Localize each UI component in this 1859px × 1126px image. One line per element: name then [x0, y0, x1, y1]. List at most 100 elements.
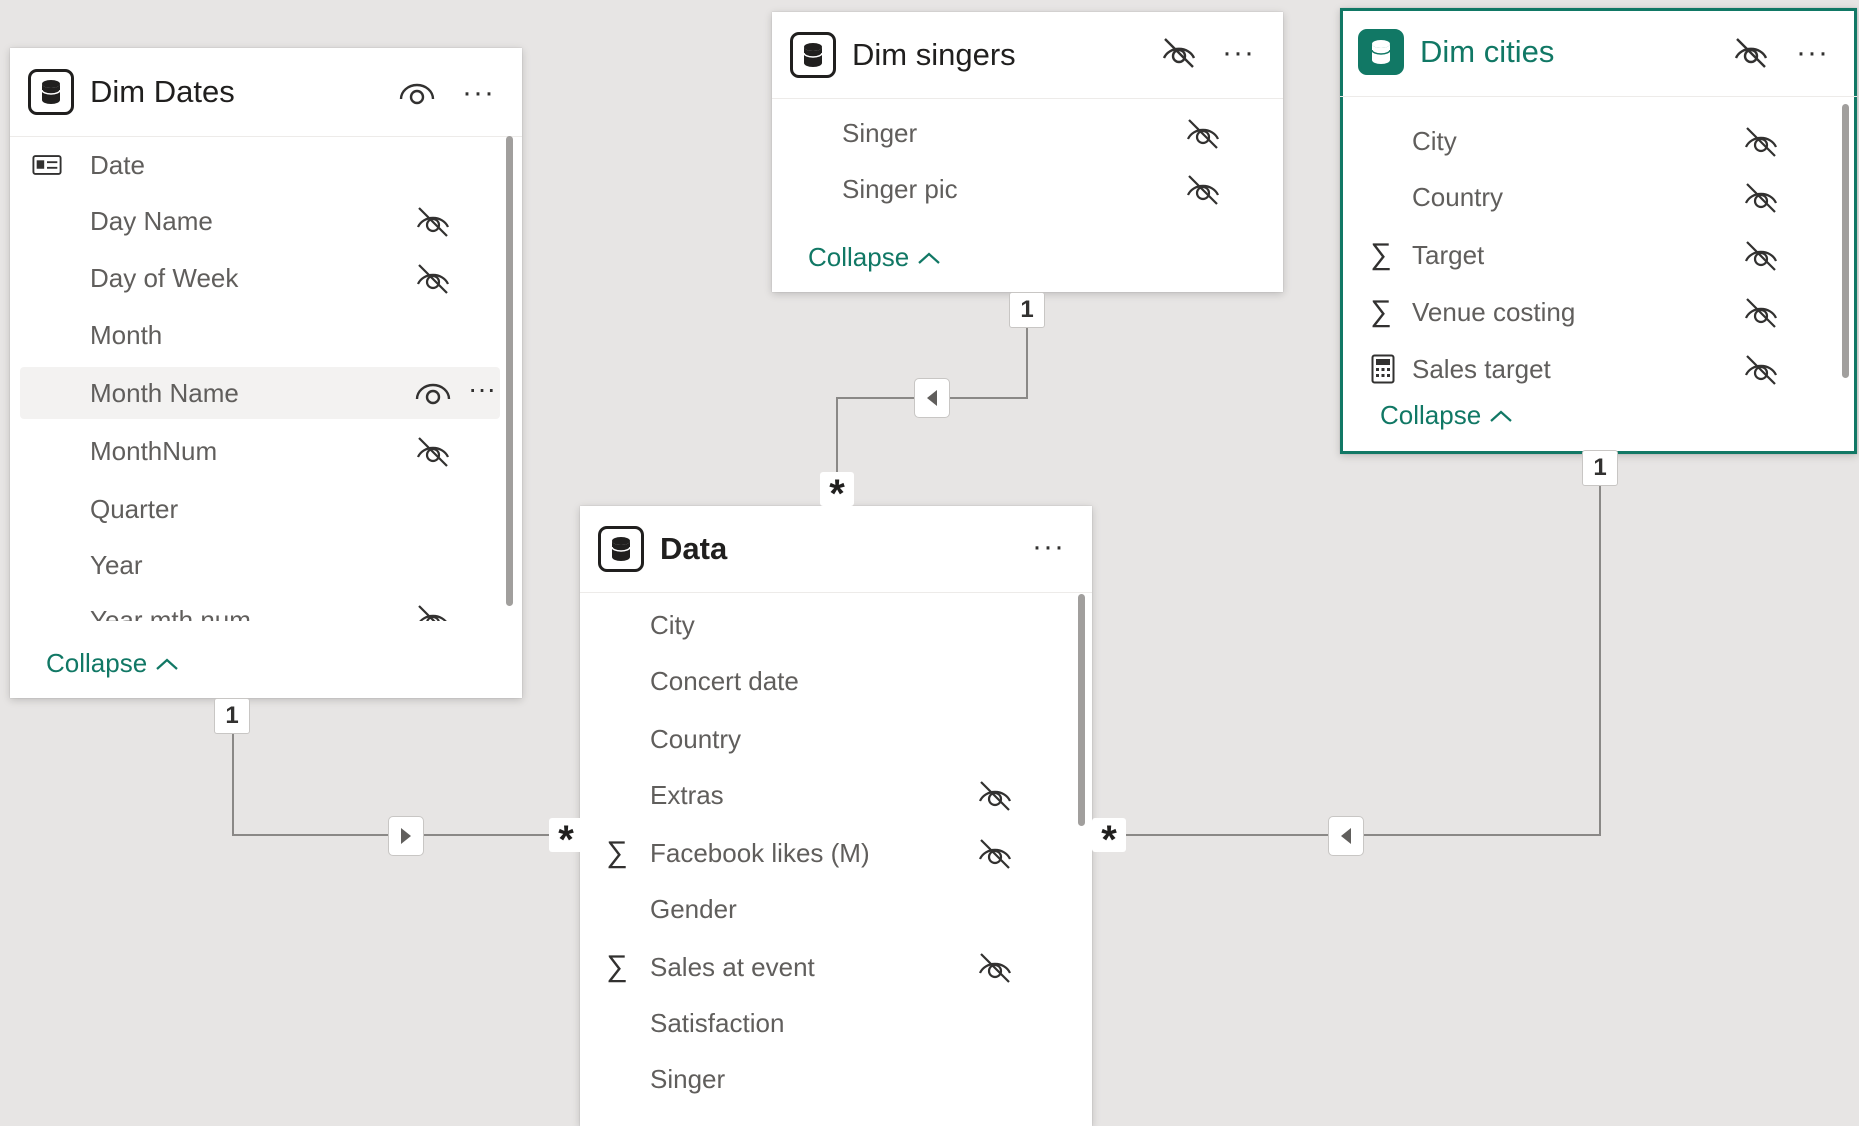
field-row-extras[interactable]: Extras: [590, 769, 1070, 821]
table-card-dim-cities[interactable]: Dim cities ··· City Country ∑ Target ∑ V…: [1340, 8, 1857, 454]
field-name: Month: [90, 319, 163, 350]
hidden-eye-icon[interactable]: [1742, 239, 1780, 273]
table-header[interactable]: Dim singers ···: [772, 12, 1283, 99]
table-title: Dim cities: [1420, 34, 1555, 69]
table-card-dim-dates[interactable]: Dim Dates ··· Date Day Name Day of Week …: [10, 48, 522, 698]
field-row-venue-costing[interactable]: ∑ Venue costing: [1350, 286, 1835, 338]
collapse-label: Collapse: [46, 648, 148, 678]
scrollbar[interactable]: [506, 136, 513, 606]
field-name: Extras: [650, 779, 724, 810]
filter-direction-right-icon[interactable]: [388, 816, 424, 856]
field-name: MonthNum: [90, 435, 218, 466]
field-row-singer[interactable]: Singer: [782, 107, 1261, 159]
field-row-city[interactable]: City: [590, 599, 1070, 651]
hidden-eye-icon[interactable]: [1184, 173, 1222, 207]
field-row-quarter[interactable]: Quarter: [20, 483, 500, 535]
hidden-eye-icon[interactable]: [414, 262, 452, 296]
eye-icon[interactable]: [398, 80, 436, 106]
hidden-eye-icon[interactable]: [414, 603, 452, 621]
table-icon: [790, 32, 836, 78]
field-row-facebook-likes[interactable]: ∑ Facebook likes (M): [590, 827, 1070, 879]
scrollbar[interactable]: [1078, 594, 1085, 826]
field-row-month[interactable]: Month: [20, 309, 500, 361]
collapse-button[interactable]: Collapse: [808, 242, 941, 273]
field-row-country[interactable]: Country: [1350, 171, 1835, 223]
more-options-icon[interactable]: ···: [1796, 36, 1829, 70]
field-name: Singer: [650, 1063, 726, 1094]
table-card-dim-singers[interactable]: Dim singers ··· Singer Singer pic Collap…: [772, 12, 1283, 292]
table-header[interactable]: Data ···: [580, 506, 1092, 593]
table-icon: [598, 526, 644, 572]
cardinality-one-label: 1: [214, 698, 250, 734]
cardinality-one-label: 1: [1009, 292, 1045, 328]
table-title: Dim Dates: [90, 74, 235, 109]
field-name: Country: [650, 723, 742, 754]
table-header[interactable]: Dim cities ···: [1340, 8, 1857, 97]
sigma-icon: ∑: [1370, 238, 1392, 271]
relationship-line-dates-vertical: [232, 716, 234, 836]
hidden-eye-icon[interactable]: [976, 951, 1014, 985]
field-row-singer-pic[interactable]: Singer pic: [782, 163, 1261, 215]
field-row-country[interactable]: Country: [590, 713, 1070, 765]
field-name: Sales target: [1412, 353, 1551, 384]
more-options-icon[interactable]: ···: [462, 76, 495, 110]
field-row-day-of-week[interactable]: Day of Week: [20, 252, 500, 304]
field-row-month-name[interactable]: Month Name ···: [20, 367, 500, 419]
field-row-date[interactable]: Date: [20, 139, 500, 191]
field-name: Day Name: [90, 205, 213, 236]
field-row-satisfaction[interactable]: Satisfaction: [590, 997, 1070, 1049]
hidden-eye-icon[interactable]: [1742, 353, 1780, 387]
table-title: Data: [660, 531, 728, 566]
table-icon: [28, 69, 74, 115]
hidden-eye-icon[interactable]: [976, 837, 1014, 871]
hidden-eye-icon[interactable]: [1742, 181, 1780, 215]
collapse-label: Collapse: [808, 242, 910, 272]
chevron-up-icon: [1489, 409, 1513, 423]
more-options-icon[interactable]: ···: [1222, 36, 1255, 70]
hidden-eye-icon[interactable]: [1184, 117, 1222, 151]
field-name: Date: [90, 149, 145, 180]
field-row-sales-target[interactable]: Sales target: [1350, 343, 1835, 395]
field-row-concert-date[interactable]: Concert date: [590, 655, 1070, 707]
relationship-line-cities-vertical: [1599, 470, 1601, 836]
hidden-eye-icon[interactable]: [414, 205, 452, 239]
field-row-year-mth-num[interactable]: Year mth num: [20, 595, 500, 621]
table-card-data[interactable]: Data ··· City Concert date Country Extra…: [580, 506, 1092, 1126]
field-name: Singer pic: [842, 173, 958, 204]
cardinality-many-label: *: [1092, 818, 1126, 862]
field-row-target[interactable]: ∑ Target: [1350, 229, 1835, 281]
field-row-year[interactable]: Year: [20, 539, 500, 591]
hidden-eye-icon[interactable]: [1742, 125, 1780, 159]
hidden-eye-icon[interactable]: [1732, 36, 1770, 70]
field-name: Concert date: [650, 665, 799, 696]
sigma-icon: ∑: [606, 950, 628, 983]
field-name: Day of Week: [90, 262, 239, 293]
filter-direction-left-icon[interactable]: [1328, 816, 1364, 856]
collapse-button[interactable]: Collapse: [1380, 400, 1513, 431]
collapse-button[interactable]: Collapse: [46, 648, 179, 679]
field-row-sales-at-event[interactable]: ∑ Sales at event: [590, 941, 1070, 993]
hidden-eye-icon[interactable]: [1160, 36, 1198, 70]
field-name: Satisfaction: [650, 1007, 785, 1038]
table-header[interactable]: Dim Dates ···: [10, 48, 522, 137]
field-row-city[interactable]: City: [1350, 115, 1835, 167]
field-row-day-name[interactable]: Day Name: [20, 195, 500, 247]
field-row-monthnum[interactable]: MonthNum: [20, 425, 500, 477]
id-card-icon: [32, 151, 62, 179]
hidden-eye-icon[interactable]: [976, 779, 1014, 813]
collapse-label: Collapse: [1380, 400, 1482, 430]
field-name: Venue costing: [1412, 296, 1576, 327]
field-name: Month Name: [90, 377, 239, 408]
eye-icon[interactable]: [414, 379, 452, 407]
hidden-eye-icon[interactable]: [414, 435, 452, 469]
more-options-icon[interactable]: ···: [468, 373, 496, 405]
hidden-eye-icon[interactable]: [1742, 296, 1780, 330]
table-icon: [1358, 29, 1404, 75]
chevron-up-icon: [155, 657, 179, 671]
scrollbar[interactable]: [1842, 104, 1849, 378]
more-options-icon[interactable]: ···: [1032, 530, 1065, 564]
cardinality-many-label: *: [820, 472, 854, 516]
field-row-gender[interactable]: Gender: [590, 883, 1070, 935]
filter-direction-left-icon[interactable]: [914, 378, 950, 418]
field-row-singer[interactable]: Singer: [590, 1053, 1070, 1105]
